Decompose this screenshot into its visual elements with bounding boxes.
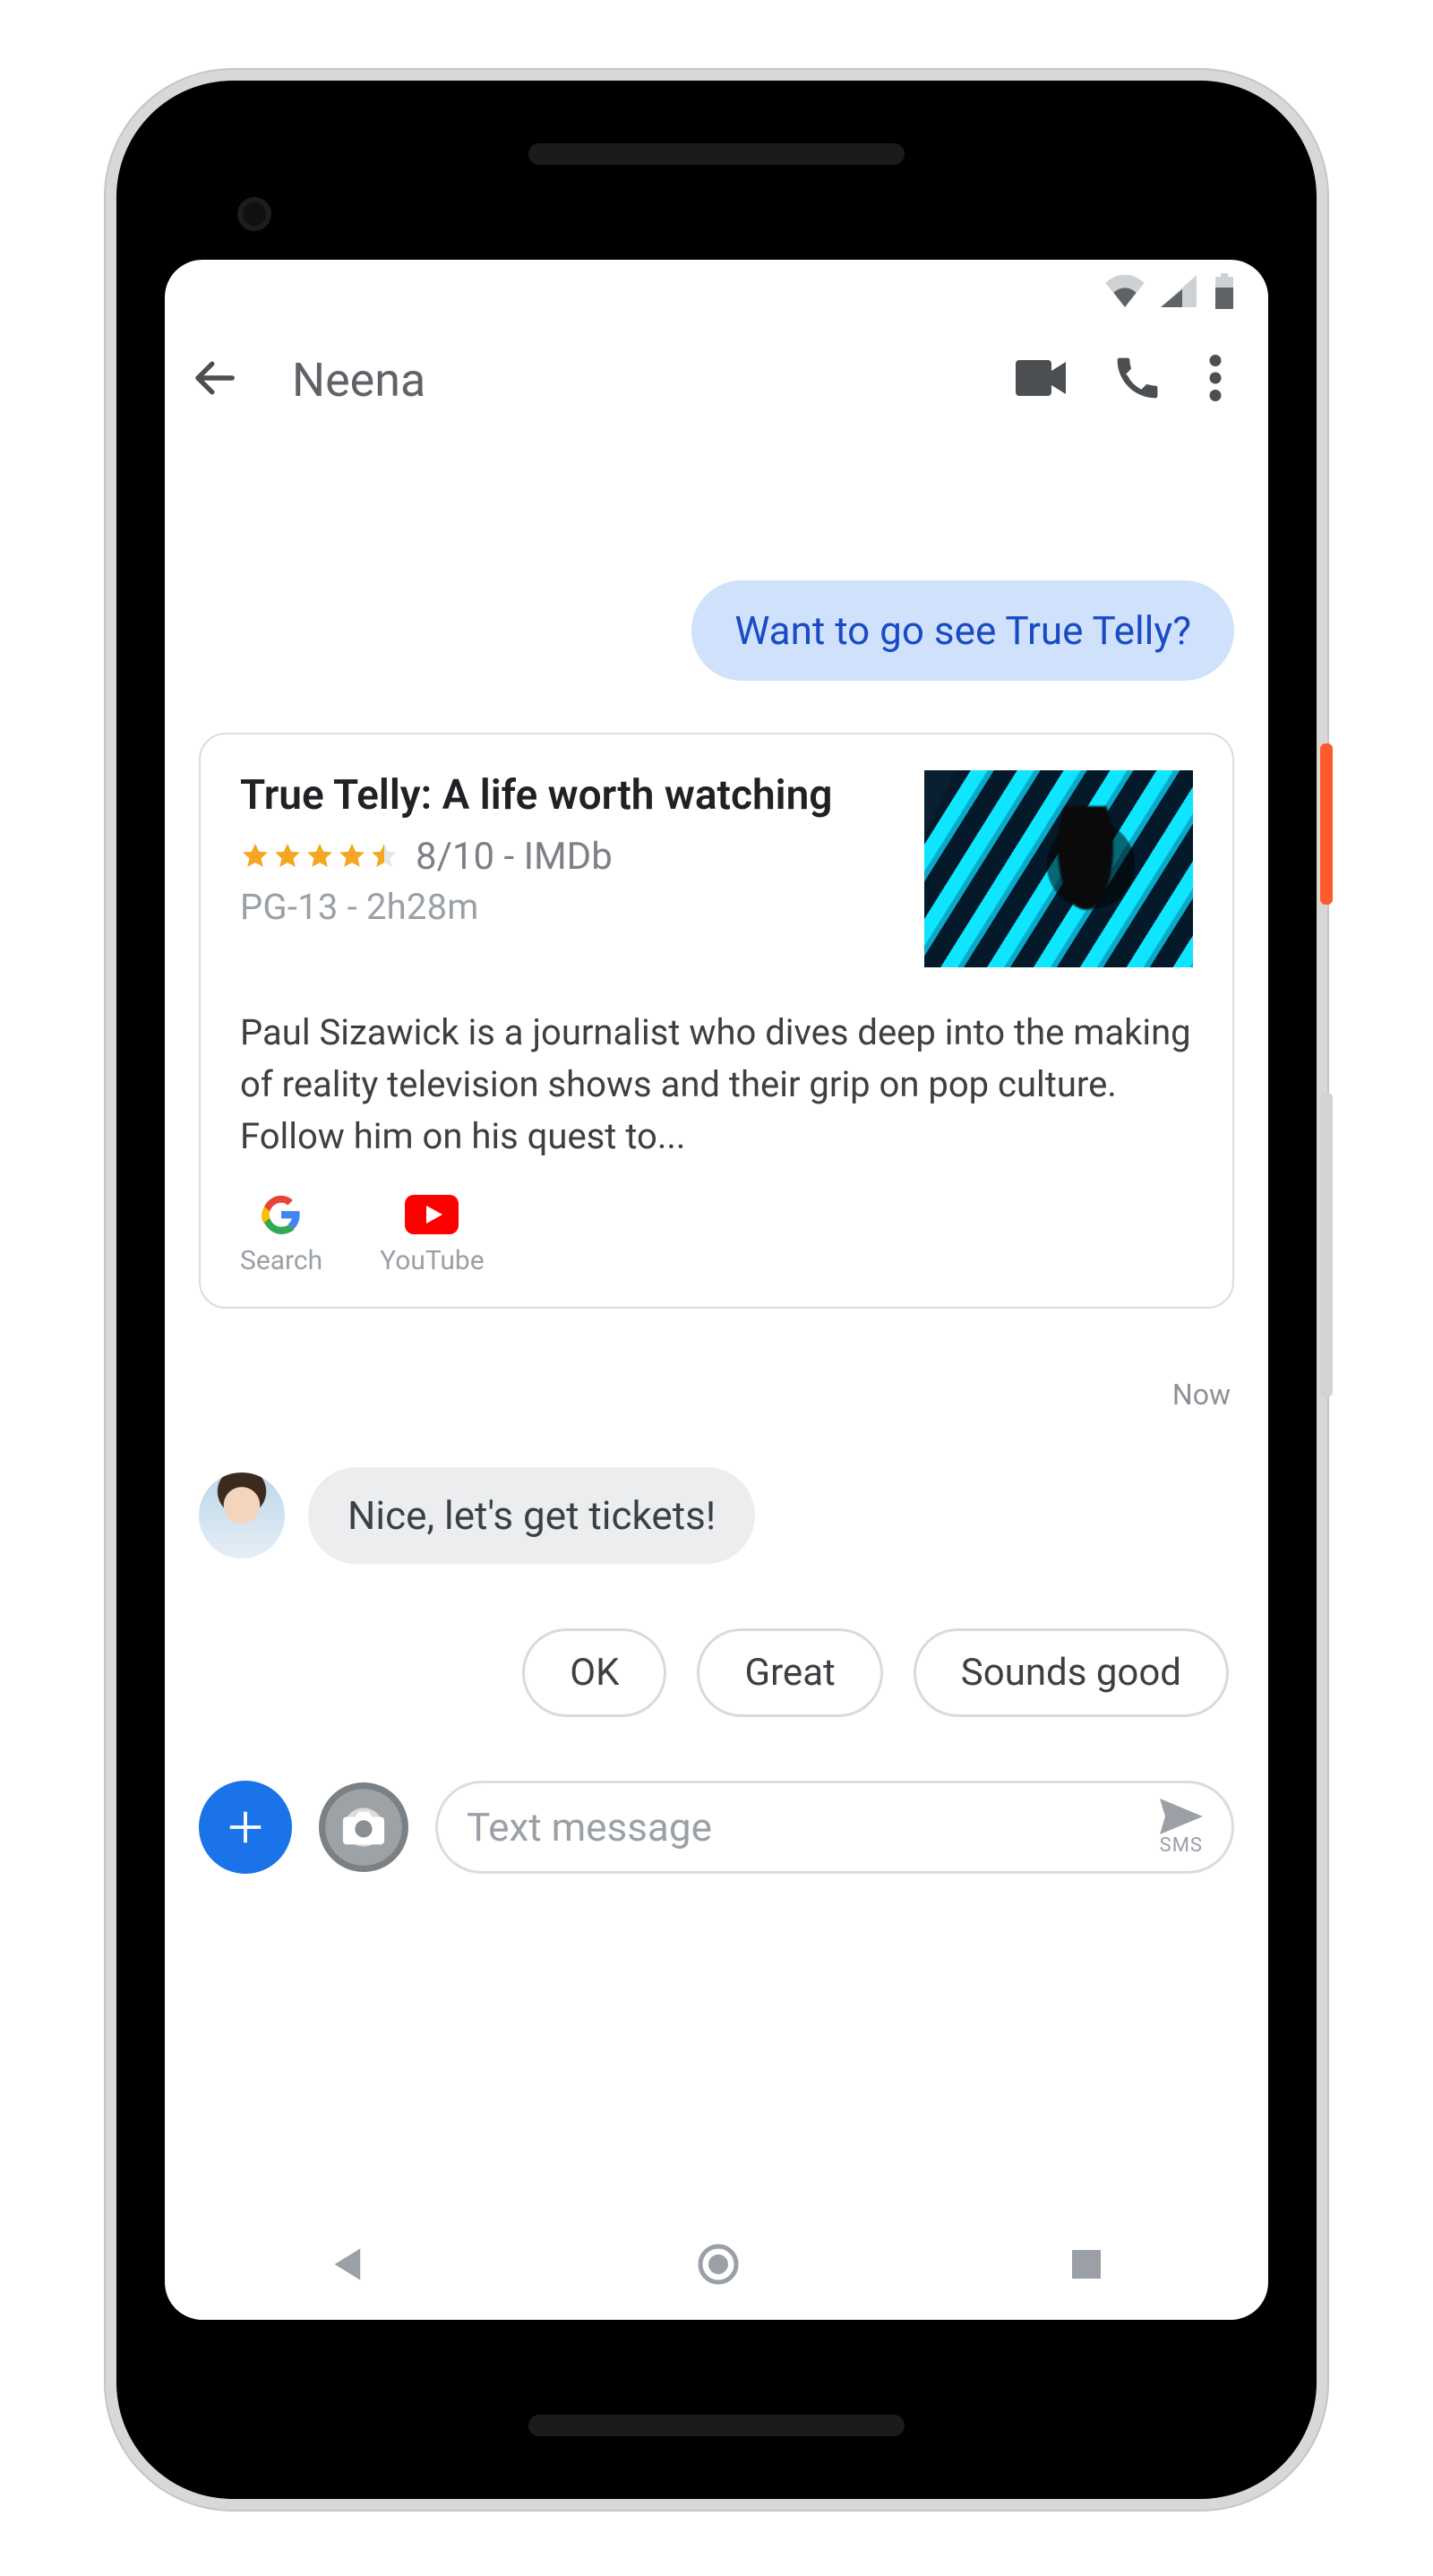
message-placeholder: Text message [467, 1804, 712, 1850]
compose-bar: Text message SMS [199, 1781, 1234, 1874]
card-rating: 8/10 - IMDb [240, 835, 899, 879]
card-thumbnail [924, 770, 1193, 967]
outgoing-message[interactable]: Want to go see True Telly? [691, 580, 1234, 681]
nav-back-icon[interactable] [329, 2245, 368, 2288]
conversation-area: Want to go see True Telly? True Telly: A… [165, 437, 1268, 2212]
incoming-message[interactable]: Nice, let's get tickets! [308, 1467, 755, 1564]
earpiece-speaker [528, 143, 905, 165]
app-bar: Neena [165, 322, 1268, 437]
power-button [1320, 743, 1333, 905]
system-nav-bar [165, 2212, 1268, 2320]
card-rating-text: 8/10 - IMDb [416, 835, 613, 879]
add-button[interactable] [199, 1781, 292, 1874]
front-camera [237, 197, 271, 231]
phone-frame: Neena Want to go see True Telly? [116, 81, 1317, 2499]
smart-reply-chip[interactable]: OK [522, 1628, 666, 1717]
send-button[interactable]: SMS [1160, 1799, 1203, 1856]
card-timestamp: Now [1172, 1378, 1231, 1412]
incoming-row: Nice, let's get tickets! [199, 1467, 755, 1564]
smart-reply-chip[interactable]: Great [697, 1628, 882, 1717]
message-input[interactable]: Text message SMS [435, 1781, 1234, 1874]
smart-reply-chip[interactable]: Sounds good [914, 1628, 1229, 1717]
wifi-icon [1105, 275, 1145, 307]
bottom-speaker [528, 2415, 905, 2436]
video-call-icon[interactable] [1016, 360, 1066, 399]
google-icon [262, 1193, 301, 1236]
call-icon[interactable] [1116, 356, 1159, 403]
star-icons [240, 841, 399, 872]
search-link-label: Search [240, 1245, 322, 1276]
volume-rocker [1320, 1093, 1333, 1397]
nav-home-icon[interactable] [697, 2243, 740, 2289]
send-label: SMS [1160, 1836, 1203, 1856]
camera-button[interactable] [319, 1782, 408, 1872]
info-card[interactable]: True Telly: A life worth watching [199, 733, 1234, 1309]
youtube-icon [405, 1193, 459, 1236]
cellular-icon [1161, 275, 1197, 307]
youtube-link-label: YouTube [380, 1245, 485, 1276]
screen: Neena Want to go see True Telly? [165, 260, 1268, 2320]
back-icon[interactable] [190, 354, 238, 406]
status-bar [165, 260, 1268, 322]
nav-recents-icon[interactable] [1068, 2246, 1104, 2286]
contact-avatar[interactable] [199, 1473, 285, 1558]
card-meta: PG-13 - 2h28m [240, 886, 899, 928]
search-link[interactable]: Search [240, 1193, 322, 1276]
contact-name[interactable]: Neena [292, 353, 980, 408]
smart-reply-row: OK Great Sounds good [165, 1628, 1268, 1717]
more-icon[interactable] [1209, 355, 1222, 405]
battery-icon [1213, 273, 1236, 309]
youtube-link[interactable]: YouTube [380, 1193, 485, 1276]
card-title: True Telly: A life worth watching [240, 770, 899, 822]
card-description: Paul Sizawick is a journalist who dives … [240, 1007, 1193, 1163]
